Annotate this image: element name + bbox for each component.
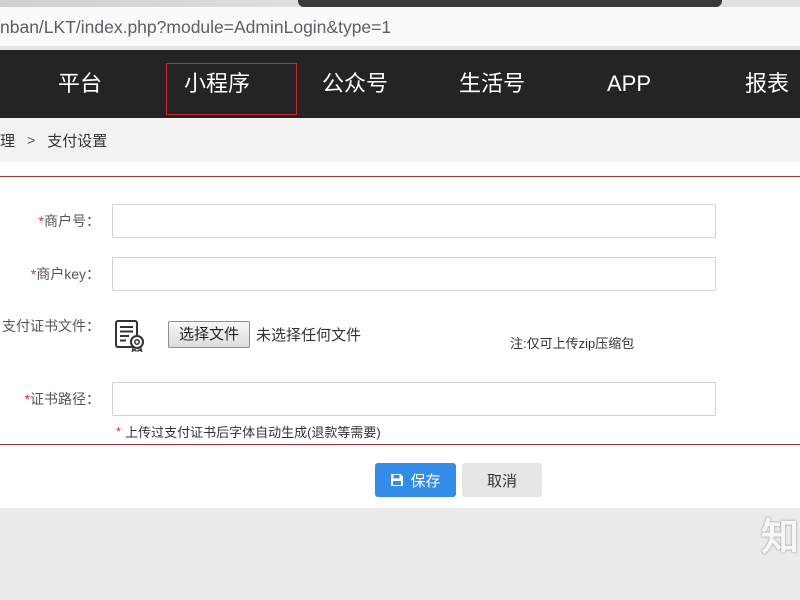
payment-settings-form: *商户号： *商户key： 支付证书文件： 选择文件 未选择任何文件 注:仅可上… [0, 176, 800, 445]
page-footer-area [0, 508, 800, 600]
top-nav: 平台 小程序 公众号 生活号 APP 报表 [0, 50, 800, 118]
breadcrumb: 理 > 支付设置 [0, 118, 800, 162]
certificate-path-label: *证书路径： [0, 389, 100, 409]
nav-item-label: 平台 [57, 71, 102, 96]
highlight-annotation-box [166, 63, 297, 115]
save-button[interactable]: 保存 [375, 463, 456, 497]
save-icon [391, 474, 404, 486]
url-text: nban/LKT/index.php?module=AdminLogin&typ… [0, 17, 392, 37]
certificate-file-label-text: 支付证书文件： [2, 318, 100, 334]
merchant-id-label: *商户号： [0, 211, 100, 231]
merchant-key-label: *商户key： [0, 264, 100, 284]
browser-tab-strip [0, 0, 800, 7]
nav-item-reports[interactable]: 报表 [734, 50, 800, 118]
cancel-button[interactable]: 取消 [462, 463, 542, 497]
certificate-path-label-text: 证书路径： [30, 391, 100, 407]
hint-mark: * [116, 423, 122, 439]
hint-text: 上传过支付证书后字体自动生成(退款等需要) [125, 424, 381, 440]
certificate-document-icon [115, 320, 144, 352]
merchant-id-label-text: 商户号： [44, 213, 100, 229]
nav-item-label: 公众号 [321, 71, 388, 96]
nav-item-official-account[interactable]: 公众号 [310, 50, 400, 118]
nav-item-life-account[interactable]: 生活号 [447, 50, 537, 118]
certificate-path-hint: * 上传过支付证书后字体自动生成(退款等需要) [116, 422, 381, 440]
breadcrumb-parent[interactable]: 理 [0, 130, 15, 151]
merchant-key-label-text: 商户key： [36, 266, 100, 282]
nav-item-app[interactable]: APP [584, 50, 674, 118]
merchant-key-input[interactable] [112, 257, 716, 291]
nav-item-label: 报表 [744, 71, 789, 96]
certificate-path-input[interactable] [112, 382, 716, 416]
upload-note: 注:仅可上传zip压缩包 [510, 336, 635, 351]
breadcrumb-separator: > [27, 132, 36, 148]
certificate-file-label: 支付证书文件： [0, 316, 100, 336]
browser-tab [298, 0, 722, 7]
save-button-label: 保存 [410, 472, 441, 490]
nav-item-label: APP [606, 71, 652, 96]
watermark: 知 [760, 517, 799, 559]
breadcrumb-current: 支付设置 [47, 132, 108, 150]
choose-file-button[interactable]: 选择文件 [168, 321, 250, 348]
nav-item-platform[interactable]: 平台 [35, 50, 125, 118]
merchant-id-input[interactable] [112, 204, 716, 238]
cancel-button-label: 取消 [486, 472, 517, 490]
nav-item-label: 生活号 [458, 71, 525, 96]
address-bar[interactable]: nban/LKT/index.php?module=AdminLogin&typ… [0, 7, 800, 46]
breadcrumb-trail: 理 > 支付设置 [0, 118, 107, 162]
file-status-text: 未选择任何文件 [256, 327, 362, 344]
